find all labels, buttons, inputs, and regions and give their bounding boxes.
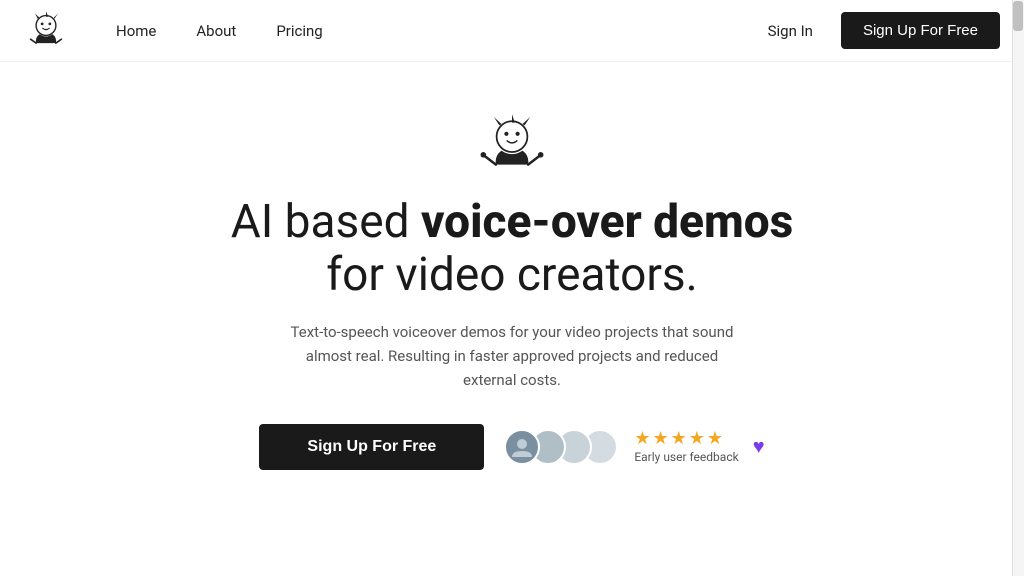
sign-up-button-nav[interactable]: Sign Up For Free (841, 12, 1000, 49)
navbar-actions: Sign In Sign Up For Free (756, 12, 1000, 49)
scrollbar[interactable] (1012, 0, 1024, 576)
nav-home[interactable]: Home (100, 14, 172, 48)
star-rating: ★ ★ ★ ★ ★ (634, 430, 723, 448)
logo[interactable] (24, 9, 68, 53)
hero-mascot-icon (477, 110, 547, 180)
cta-row: Sign Up For Free ★ ★ ★ ★ (259, 424, 764, 470)
sign-in-link[interactable]: Sign In (756, 14, 825, 48)
hero-title-bold: voice-over demos (421, 195, 793, 249)
hero-title-part1: AI based (231, 195, 421, 249)
nav-about[interactable]: About (180, 14, 252, 48)
scrollbar-thumb[interactable] (1013, 1, 1023, 31)
nav-pricing[interactable]: Pricing (260, 14, 338, 48)
hero-title-part2: for video creators. (326, 248, 698, 302)
star-2: ★ (652, 430, 668, 448)
sign-up-button-hero[interactable]: Sign Up For Free (259, 424, 484, 470)
logo-icon (24, 9, 68, 53)
navbar-links: Home About Pricing (100, 14, 756, 48)
star-1: ★ (634, 430, 650, 448)
navbar: Home About Pricing Sign In Sign Up For F… (0, 0, 1024, 62)
social-proof: ★ ★ ★ ★ ★ Early user feedback ♥ (504, 429, 764, 465)
hero-title: AI based voice-over demos for video crea… (231, 196, 794, 302)
star-half: ★ (707, 430, 723, 448)
avatar-group (504, 429, 608, 465)
avatar (504, 429, 540, 465)
hero-section: AI based voice-over demos for video crea… (0, 62, 1024, 470)
hero-subtitle: Text-to-speech voiceover demos for your … (282, 320, 742, 392)
heart-icon: ♥ (753, 434, 765, 459)
early-feedback-label: Early user feedback (634, 450, 738, 464)
star-4: ★ (689, 430, 705, 448)
star-3: ★ (671, 430, 687, 448)
social-text-group: ★ ★ ★ ★ ★ Early user feedback (634, 430, 738, 464)
